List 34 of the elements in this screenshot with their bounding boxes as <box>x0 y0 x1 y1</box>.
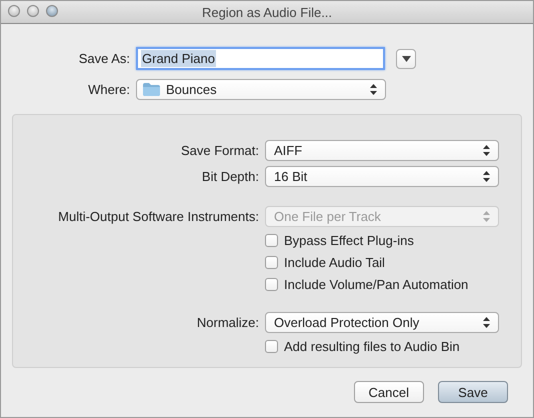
checkbox-label: Bypass Effect Plug-ins <box>284 233 414 248</box>
where-label: Where: <box>87 82 131 97</box>
option-label: Normalize: <box>196 315 260 330</box>
save-button[interactable]: Save <box>438 381 508 403</box>
stepper-arrows-icon <box>483 171 490 182</box>
cancel-button[interactable]: Cancel <box>354 381 424 403</box>
checkbox-label: Include Audio Tail <box>284 255 385 270</box>
stepper-arrows-icon <box>483 211 490 222</box>
checkbox-label: Include Volume/Pan Automation <box>284 277 468 292</box>
option-popup: One File per Track <box>265 206 499 227</box>
location-popup[interactable]: Bounces <box>136 79 386 100</box>
triangle-down-icon <box>402 56 410 62</box>
folder-icon <box>143 83 160 96</box>
checkbox[interactable] <box>265 278 278 291</box>
option-popup[interactable]: Overload Protection Only <box>265 312 499 333</box>
option-label: Bit Depth: <box>200 169 260 184</box>
zoom-button[interactable] <box>46 5 58 17</box>
option-label: Save Format: <box>180 143 260 158</box>
checkbox[interactable] <box>265 234 278 247</box>
option-label: Multi-Output Software Instruments: <box>57 209 260 224</box>
window-title: Region as Audio File... <box>202 4 332 20</box>
stepper-arrows-icon <box>370 84 377 95</box>
minimize-button[interactable] <box>27 5 39 17</box>
close-button[interactable] <box>8 5 20 17</box>
checkbox[interactable] <box>265 340 278 353</box>
option-popup[interactable]: AIFF <box>265 140 499 161</box>
expand-button[interactable] <box>396 48 416 68</box>
checkbox-label: Add resulting files to Audio Bin <box>284 339 460 354</box>
stepper-arrows-icon <box>483 145 490 156</box>
option-popup[interactable]: 16 Bit <box>265 166 499 187</box>
checkbox[interactable] <box>265 256 278 269</box>
filename-field[interactable]: Grand Piano <box>136 47 385 70</box>
save-as-label: Save As: <box>78 51 131 66</box>
stepper-arrows-icon <box>483 317 490 328</box>
